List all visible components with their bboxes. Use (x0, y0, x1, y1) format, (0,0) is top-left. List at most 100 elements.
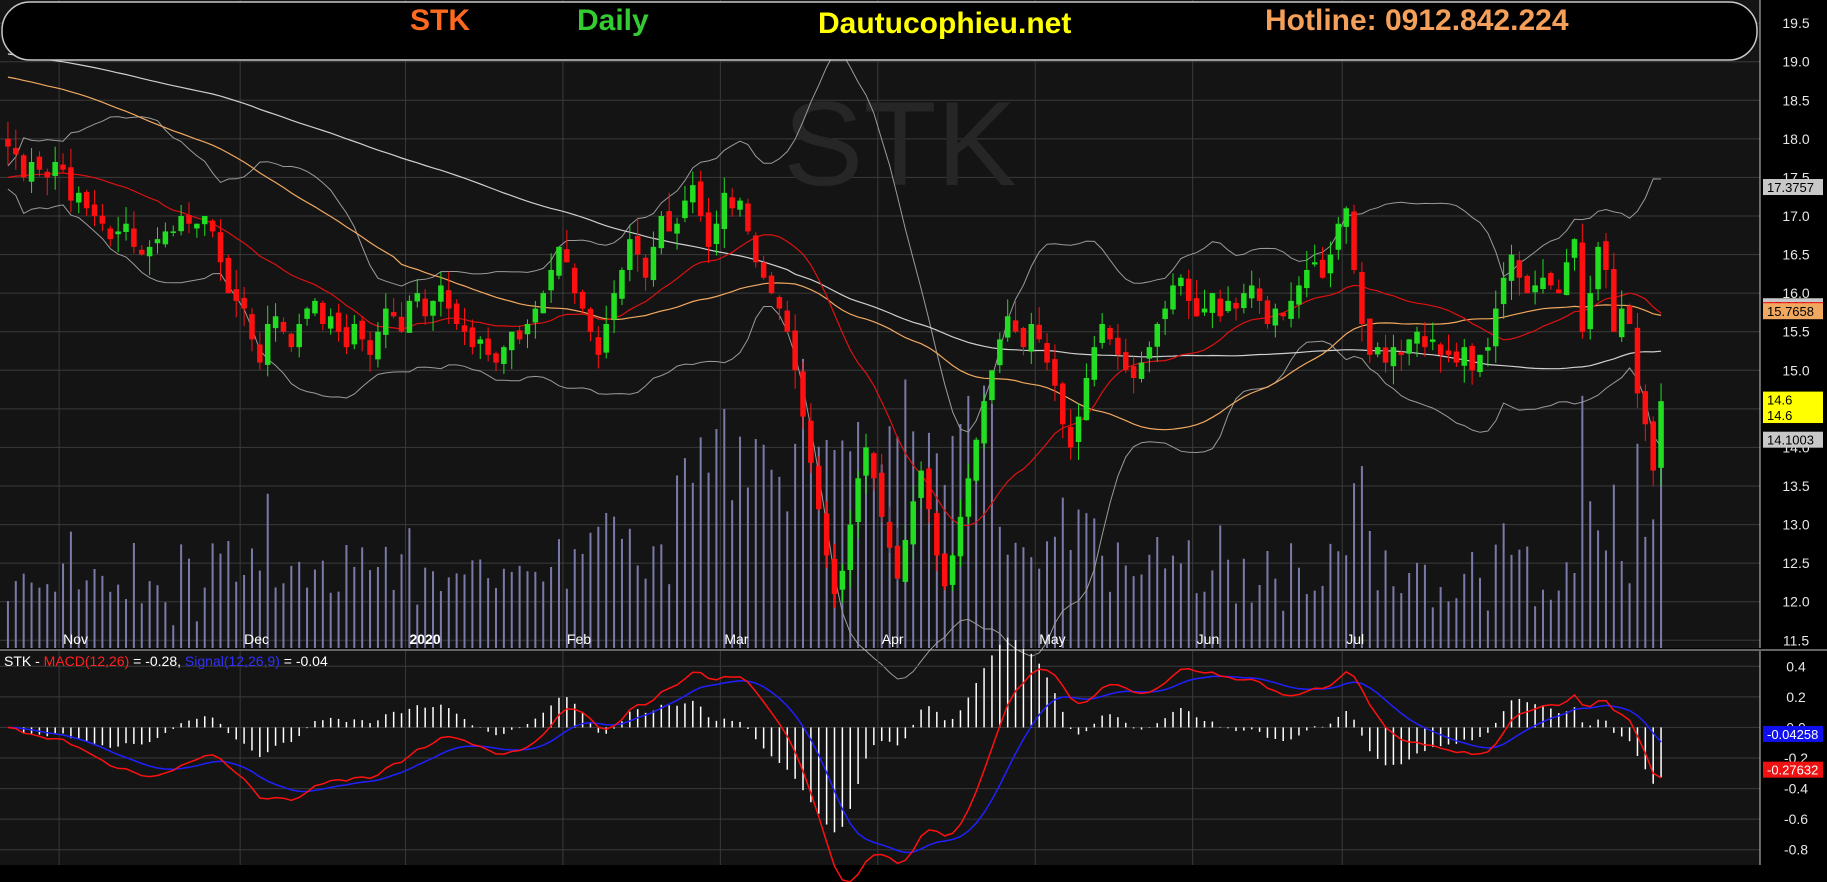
candle-body (1658, 401, 1664, 468)
candle-body (1634, 327, 1641, 394)
candle-body (1555, 289, 1562, 294)
candle-body (690, 185, 696, 203)
candle-body (981, 401, 987, 444)
price-tag-label: 17.3757 (1767, 180, 1814, 195)
candle-body (1367, 318, 1373, 355)
candle-body (1477, 354, 1483, 373)
macd-legend: STK - MACD(12,26) = -0.28, Signal(12,26,… (4, 653, 328, 669)
candle-body (139, 249, 145, 255)
candle-body (800, 371, 806, 417)
stock-chart: STK STK Daily Dautucophieu.net Hotline: … (0, 0, 1827, 882)
candle-body (186, 214, 192, 224)
macd-tick-label: -0.8 (1784, 842, 1808, 858)
candle-body (1611, 269, 1617, 332)
macd-tick-label: 0.4 (1786, 658, 1806, 674)
month-label: Mar (724, 631, 748, 647)
candle-body (217, 232, 224, 263)
candle-body (1461, 347, 1468, 366)
candle-body (351, 324, 358, 345)
candle-body (611, 293, 617, 320)
watermark-symbol: STK (783, 77, 1016, 211)
candle-body (516, 330, 523, 340)
price-tick-label: 19.0 (1782, 54, 1809, 70)
candle-body (965, 478, 972, 517)
candle-body (823, 513, 830, 556)
price-tick-label: 11.5 (1783, 632, 1809, 648)
candle-body (343, 327, 350, 348)
candle-body (532, 308, 539, 323)
candle-body (1304, 270, 1310, 289)
candle-body (1492, 308, 1499, 347)
candle-body (745, 203, 751, 232)
candle-body (52, 162, 58, 177)
candle-body (753, 235, 759, 263)
price-tick-label: 15.0 (1782, 362, 1809, 378)
candle-body (1217, 298, 1223, 317)
candle-body (1178, 277, 1184, 287)
candle-body (422, 298, 428, 317)
candle-body (1453, 351, 1460, 363)
candle-body (485, 338, 491, 355)
candle-body (469, 327, 476, 348)
candle-body (1241, 293, 1247, 309)
candle-body (548, 270, 554, 291)
candle-body (1595, 246, 1601, 290)
candle-body (949, 555, 956, 585)
candle-body (1138, 362, 1145, 379)
candle-body (1185, 278, 1192, 301)
price-tag-label: 14.6 (1767, 408, 1792, 423)
header-site: Dautucophieu.net (818, 7, 1071, 40)
candle-body (564, 249, 570, 263)
macd-legend-macd-name: MACD(12,26) (44, 653, 130, 669)
candle-body (36, 156, 43, 170)
candle-body (619, 270, 625, 299)
candle-body (941, 553, 948, 587)
price-tick-label: 13.5 (1782, 478, 1809, 494)
macd-legend-signal-name: Signal(12,26,9) (185, 653, 280, 669)
candle-body (894, 545, 901, 579)
candle-body (1067, 426, 1074, 448)
candle-body (1028, 324, 1035, 352)
candle-body (587, 308, 594, 332)
candle-body (115, 231, 121, 235)
candle-body (1020, 327, 1027, 348)
candle-body (359, 320, 365, 340)
candle-body (603, 324, 609, 353)
candle-body (926, 468, 932, 510)
candle-body (288, 333, 295, 348)
candle-body (272, 316, 279, 329)
candle-body (1540, 277, 1546, 290)
macd-tag-label: -0.04258 (1767, 727, 1818, 742)
candle-body (131, 228, 137, 247)
candle-body (241, 297, 247, 309)
candle-body (493, 353, 499, 363)
month-label: Jun (1197, 631, 1220, 647)
candle-body (390, 312, 397, 317)
candle-body (461, 325, 468, 332)
candle-body (1044, 343, 1050, 363)
candle-body (1445, 350, 1452, 355)
candle-body (705, 212, 712, 247)
candle-body (997, 339, 1003, 366)
candle-body (1579, 242, 1586, 332)
macd-tick-label: 0.2 (1786, 689, 1806, 705)
header-hotline: Hotline: 0912.842.224 (1265, 4, 1569, 37)
candle-body (634, 236, 641, 255)
price-tick-label: 19.5 (1782, 15, 1809, 31)
candle-body (508, 331, 515, 351)
candle-body (209, 220, 216, 232)
candle-body (871, 453, 877, 479)
candle-body (1516, 260, 1523, 278)
month-label: Dec (244, 631, 269, 647)
candle-body (627, 239, 633, 270)
candle-body (1563, 262, 1570, 295)
candle-body (1335, 223, 1342, 250)
candle-body (123, 223, 129, 233)
candle-body (1414, 331, 1420, 344)
macd-tag-label: -0.27632 (1767, 763, 1818, 778)
candle-body (327, 316, 334, 329)
candle-body (83, 192, 90, 209)
candle-body (973, 439, 979, 481)
candle-body (91, 204, 98, 216)
candle-body (902, 540, 909, 582)
